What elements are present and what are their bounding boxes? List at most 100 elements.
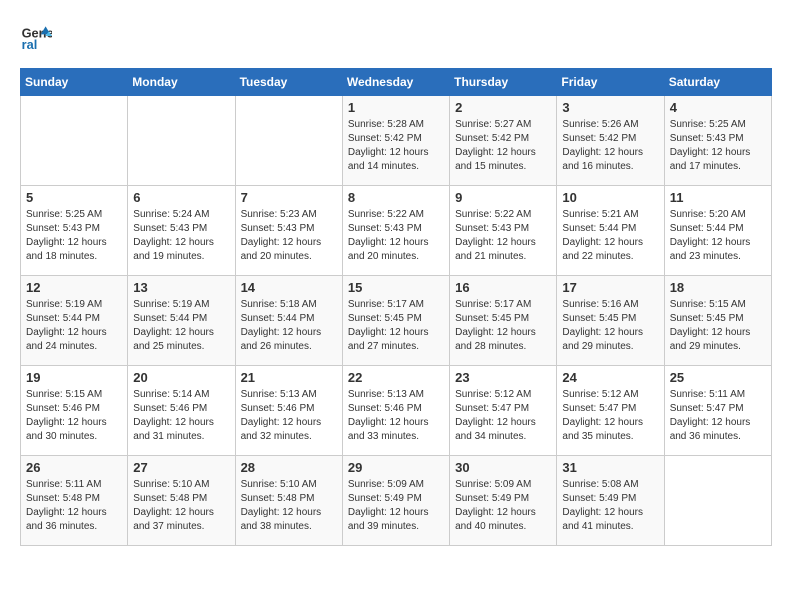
- day-number: 10: [562, 190, 658, 205]
- calendar-cell: 19 Sunrise: 5:15 AM Sunset: 5:46 PM Dayli…: [21, 366, 128, 456]
- calendar-week-row: 26 Sunrise: 5:11 AM Sunset: 5:48 PM Dayli…: [21, 456, 772, 546]
- day-info: Sunrise: 5:10 AM Sunset: 5:48 PM Dayligh…: [241, 478, 337, 534]
- day-number: 7: [241, 190, 337, 205]
- day-info: Sunrise: 5:27 AM Sunset: 5:42 PM Dayligh…: [455, 118, 551, 174]
- day-number: 25: [670, 370, 766, 385]
- day-info: Sunrise: 5:20 AM Sunset: 5:44 PM Dayligh…: [670, 208, 766, 264]
- day-number: 11: [670, 190, 766, 205]
- day-info: Sunrise: 5:11 AM Sunset: 5:47 PM Dayligh…: [670, 388, 766, 444]
- weekday-header: Saturday: [664, 69, 771, 96]
- day-number: 22: [348, 370, 444, 385]
- calendar-cell: 14Sunrise: 5:18 AM Sunset: 5:44 PM Dayli…: [235, 276, 342, 366]
- day-info: Sunrise: 5:13 AM Sunset: 5:46 PM Dayligh…: [348, 388, 444, 444]
- day-info: Sunrise: 5:11 AM Sunset: 5:48 PM Dayligh…: [26, 478, 122, 534]
- calendar-cell: 18 Sunrise: 5:15 AM Sunset: 5:45 PM Dayli…: [664, 276, 771, 366]
- day-number: 16: [455, 280, 551, 295]
- svg-text:ral: ral: [22, 37, 38, 52]
- weekday-header: Sunday: [21, 69, 128, 96]
- day-info: Sunrise: 5:25 AM Sunset: 5:43 PM Dayligh…: [670, 118, 766, 174]
- day-info: Sunrise: 5:22 AM Sunset: 5:43 PM Dayligh…: [455, 208, 551, 264]
- day-info: Sunrise: 5:08 AM Sunset: 5:49 PM Dayligh…: [562, 478, 658, 534]
- day-number: 2: [455, 100, 551, 115]
- day-info: Sunrise: 5:16 AM Sunset: 5:45 PM Dayligh…: [562, 298, 658, 354]
- day-info: Sunrise: 5:19 AM Sunset: 5:44 PM Dayligh…: [133, 298, 229, 354]
- day-info: Sunrise: 5:19 AM Sunset: 5:44 PM Dayligh…: [26, 298, 122, 354]
- day-info: Sunrise: 5:09 AM Sunset: 5:49 PM Dayligh…: [455, 478, 551, 534]
- calendar-cell: 3 Sunrise: 5:26 AM Sunset: 5:42 PM Daylig…: [557, 96, 664, 186]
- day-number: 17: [562, 280, 658, 295]
- calendar-cell: 16 Sunrise: 5:17 AM Sunset: 5:45 PM Dayli…: [450, 276, 557, 366]
- calendar-cell: [128, 96, 235, 186]
- day-info: Sunrise: 5:23 AM Sunset: 5:43 PM Dayligh…: [241, 208, 337, 264]
- day-info: Sunrise: 5:15 AM Sunset: 5:45 PM Dayligh…: [670, 298, 766, 354]
- logo-icon: Gene ral: [20, 20, 52, 52]
- calendar-cell: 10 Sunrise: 5:21 AM Sunset: 5:44 PM Dayli…: [557, 186, 664, 276]
- calendar-week-row: 1Sunrise: 5:28 AM Sunset: 5:42 PM Daylig…: [21, 96, 772, 186]
- logo: Gene ral: [20, 20, 56, 52]
- day-info: Sunrise: 5:24 AM Sunset: 5:43 PM Dayligh…: [133, 208, 229, 264]
- day-number: 3: [562, 100, 658, 115]
- weekday-header: Friday: [557, 69, 664, 96]
- weekday-header: Wednesday: [342, 69, 449, 96]
- calendar-cell: 31 Sunrise: 5:08 AM Sunset: 5:49 PM Dayli…: [557, 456, 664, 546]
- day-info: Sunrise: 5:25 AM Sunset: 5:43 PM Dayligh…: [26, 208, 122, 264]
- calendar-cell: 13 Sunrise: 5:19 AM Sunset: 5:44 PM Dayli…: [128, 276, 235, 366]
- day-info: Sunrise: 5:28 AM Sunset: 5:42 PM Dayligh…: [348, 118, 444, 174]
- calendar-cell: 29 Sunrise: 5:09 AM Sunset: 5:49 PM Dayli…: [342, 456, 449, 546]
- calendar-week-row: 5 Sunrise: 5:25 AM Sunset: 5:43 PM Daylig…: [21, 186, 772, 276]
- calendar-cell: [235, 96, 342, 186]
- calendar-cell: 11 Sunrise: 5:20 AM Sunset: 5:44 PM Dayli…: [664, 186, 771, 276]
- day-info: Sunrise: 5:15 AM Sunset: 5:46 PM Dayligh…: [26, 388, 122, 444]
- calendar-cell: 24Sunrise: 5:12 AM Sunset: 5:47 PM Dayli…: [557, 366, 664, 456]
- calendar-cell: 7 Sunrise: 5:23 AM Sunset: 5:43 PM Daylig…: [235, 186, 342, 276]
- day-number: 23: [455, 370, 551, 385]
- day-info: Sunrise: 5:12 AM Sunset: 5:47 PM Dayligh…: [455, 388, 551, 444]
- calendar-cell: 1Sunrise: 5:28 AM Sunset: 5:42 PM Daylig…: [342, 96, 449, 186]
- calendar-cell: [21, 96, 128, 186]
- calendar-cell: 2 Sunrise: 5:27 AM Sunset: 5:42 PM Daylig…: [450, 96, 557, 186]
- day-info: Sunrise: 5:09 AM Sunset: 5:49 PM Dayligh…: [348, 478, 444, 534]
- calendar-cell: 30Sunrise: 5:09 AM Sunset: 5:49 PM Dayli…: [450, 456, 557, 546]
- day-number: 6: [133, 190, 229, 205]
- calendar-cell: 15 Sunrise: 5:17 AM Sunset: 5:45 PM Dayli…: [342, 276, 449, 366]
- day-number: 19: [26, 370, 122, 385]
- day-number: 21: [241, 370, 337, 385]
- calendar-table: SundayMondayTuesdayWednesdayThursdayFrid…: [20, 68, 772, 546]
- day-number: 14: [241, 280, 337, 295]
- calendar-cell: 4 Sunrise: 5:25 AM Sunset: 5:43 PM Daylig…: [664, 96, 771, 186]
- day-number: 18: [670, 280, 766, 295]
- day-number: 15: [348, 280, 444, 295]
- day-info: Sunrise: 5:26 AM Sunset: 5:42 PM Dayligh…: [562, 118, 658, 174]
- calendar-cell: 23 Sunrise: 5:12 AM Sunset: 5:47 PM Dayli…: [450, 366, 557, 456]
- calendar-cell: 9 Sunrise: 5:22 AM Sunset: 5:43 PM Daylig…: [450, 186, 557, 276]
- day-number: 8: [348, 190, 444, 205]
- calendar-cell: 20 Sunrise: 5:14 AM Sunset: 5:46 PM Dayli…: [128, 366, 235, 456]
- day-number: 20: [133, 370, 229, 385]
- day-number: 9: [455, 190, 551, 205]
- day-number: 26: [26, 460, 122, 475]
- day-number: 4: [670, 100, 766, 115]
- calendar-week-row: 12 Sunrise: 5:19 AM Sunset: 5:44 PM Dayli…: [21, 276, 772, 366]
- calendar-cell: 5 Sunrise: 5:25 AM Sunset: 5:43 PM Daylig…: [21, 186, 128, 276]
- day-info: Sunrise: 5:13 AM Sunset: 5:46 PM Dayligh…: [241, 388, 337, 444]
- day-number: 29: [348, 460, 444, 475]
- day-info: Sunrise: 5:21 AM Sunset: 5:44 PM Dayligh…: [562, 208, 658, 264]
- day-number: 27: [133, 460, 229, 475]
- day-number: 24: [562, 370, 658, 385]
- calendar-cell: 22 Sunrise: 5:13 AM Sunset: 5:46 PM Dayli…: [342, 366, 449, 456]
- page-header: Gene ral: [20, 20, 772, 52]
- day-number: 28: [241, 460, 337, 475]
- calendar-cell: 26 Sunrise: 5:11 AM Sunset: 5:48 PM Dayli…: [21, 456, 128, 546]
- calendar-cell: 17 Sunrise: 5:16 AM Sunset: 5:45 PM Dayli…: [557, 276, 664, 366]
- day-number: 13: [133, 280, 229, 295]
- weekday-header-row: SundayMondayTuesdayWednesdayThursdayFrid…: [21, 69, 772, 96]
- day-number: 5: [26, 190, 122, 205]
- day-info: Sunrise: 5:17 AM Sunset: 5:45 PM Dayligh…: [455, 298, 551, 354]
- day-number: 31: [562, 460, 658, 475]
- calendar-cell: [664, 456, 771, 546]
- day-info: Sunrise: 5:17 AM Sunset: 5:45 PM Dayligh…: [348, 298, 444, 354]
- calendar-week-row: 19 Sunrise: 5:15 AM Sunset: 5:46 PM Dayli…: [21, 366, 772, 456]
- day-info: Sunrise: 5:22 AM Sunset: 5:43 PM Dayligh…: [348, 208, 444, 264]
- day-number: 12: [26, 280, 122, 295]
- day-info: Sunrise: 5:14 AM Sunset: 5:46 PM Dayligh…: [133, 388, 229, 444]
